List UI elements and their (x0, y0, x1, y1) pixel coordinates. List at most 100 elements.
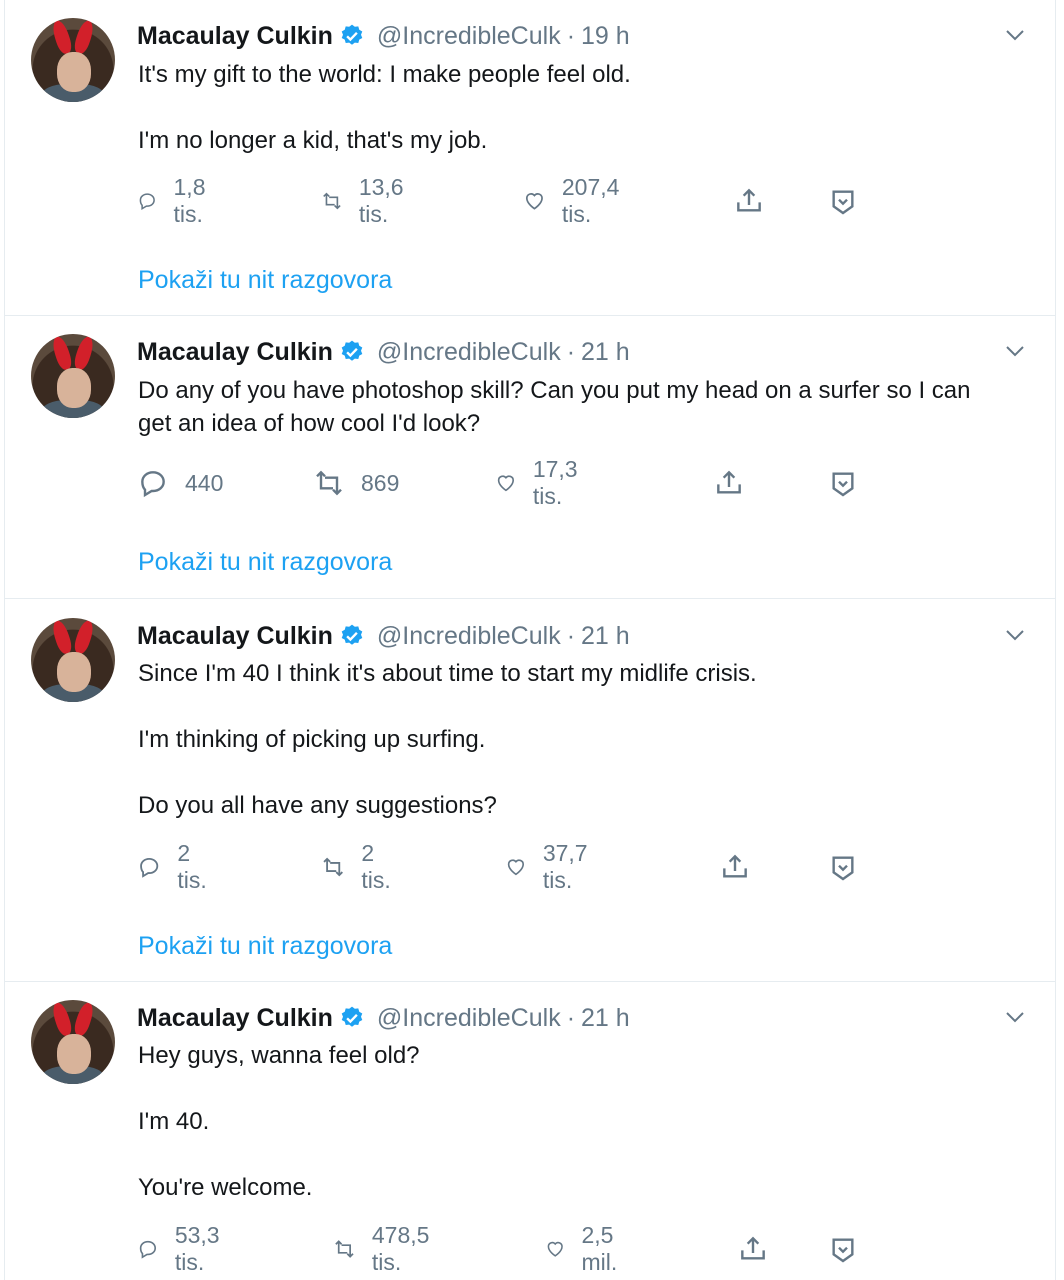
avatar[interactable] (31, 18, 115, 102)
author-name[interactable]: Macaulay Culkin (137, 1004, 333, 1033)
bookmark-button[interactable] (827, 463, 875, 503)
like-button[interactable]: 207,4 tis. (523, 174, 629, 227)
reply-icon (139, 193, 155, 211)
retweet-button[interactable]: 869 (313, 463, 399, 503)
like-button[interactable]: 37,7 tis. (505, 840, 598, 893)
verified-badge-icon (341, 624, 363, 645)
retweet-icon (335, 1240, 354, 1258)
retweet-icon (323, 857, 343, 877)
reply-count: 53,3 tis. (174, 1222, 220, 1275)
tweet[interactable]: Macaulay Culkin @IncredibleCulk · 21 h D… (5, 315, 1055, 599)
chevron-down-icon[interactable] (1003, 339, 1027, 363)
timeline: Macaulay Culkin @IncredibleCulk · 19 h I… (4, 0, 1056, 1280)
reply-button[interactable]: 2 tis. (137, 840, 214, 893)
show-thread-link[interactable]: Pokaži tu nit razgovora (138, 266, 392, 295)
separator-dot: · (566, 1003, 576, 1032)
reply-icon (140, 857, 159, 878)
tweet-time[interactable]: 19 h (581, 22, 630, 51)
share-icon (723, 854, 747, 878)
like-count: 2,5 mil. (581, 1222, 618, 1275)
reply-button[interactable]: 1,8 tis. (137, 174, 217, 227)
heart-icon (497, 475, 515, 492)
avatar[interactable] (31, 334, 115, 418)
verified-badge-icon (341, 340, 363, 361)
retweet-count: 478,5 tis. (371, 1222, 430, 1275)
verified-badge-icon (341, 24, 363, 45)
separator-dot: · (566, 21, 576, 50)
reply-icon (139, 1240, 157, 1259)
tweet[interactable]: Macaulay Culkin @IncredibleCulk · 21 h H… (5, 981, 1055, 1280)
tweet-text: It's my gift to the world: I make people… (138, 58, 1008, 157)
reply-count: 1,8 tis. (173, 174, 206, 227)
chevron-down-icon[interactable] (1003, 1005, 1027, 1029)
tweet-paragraph: It's my gift to the world: I make people… (138, 61, 631, 88)
share-icon (717, 470, 741, 494)
like-count: 207,4 tis. (561, 174, 620, 227)
reply-count: 440 (185, 469, 224, 496)
tweet-text: Since I'm 40 I think it's about time to … (138, 657, 1008, 822)
author-handle[interactable]: @IncredibleCulk (377, 622, 561, 651)
author-handle[interactable]: @IncredibleCulk (377, 1004, 561, 1033)
share-icon (737, 188, 761, 212)
avatar[interactable] (31, 1000, 115, 1084)
tweet-text: Do any of you have photoshop skill? Can … (138, 374, 1008, 440)
reply-icon (141, 471, 165, 498)
tweet-paragraph: Do you all have any suggestions? (138, 792, 497, 819)
reply-count: 2 tis. (177, 840, 207, 893)
retweet-icon (323, 192, 341, 210)
share-button[interactable] (713, 463, 761, 503)
avatar[interactable] (31, 618, 115, 702)
verified-badge-icon (341, 1006, 363, 1027)
tweet-paragraph: I'm no longer a kid, that's my job. (138, 127, 488, 154)
retweet-icon (316, 470, 342, 496)
separator-dot: · (566, 337, 576, 366)
retweet-button[interactable]: 478,5 tis. (333, 1222, 439, 1275)
heart-icon (525, 193, 543, 210)
reply-button[interactable]: 440 (137, 463, 223, 503)
heart-icon (547, 1241, 563, 1257)
reply-button[interactable]: 53,3 tis. (137, 1222, 230, 1275)
bookmark-button[interactable] (827, 1229, 875, 1269)
tweet-paragraph: I'm 40. (138, 1108, 210, 1135)
share-icon (741, 1236, 765, 1260)
tweet[interactable]: Macaulay Culkin @IncredibleCulk · 19 h I… (5, 0, 1055, 316)
tweet-paragraph: Do any of you have photoshop skill? Can … (138, 377, 971, 437)
like-button[interactable]: 2,5 mil. (545, 1222, 629, 1275)
tweet-paragraph: I'm thinking of picking up surfing. (138, 726, 486, 753)
share-button[interactable] (719, 847, 767, 887)
bookmark-icon (832, 472, 854, 497)
bookmark-icon (832, 1238, 854, 1263)
heart-icon (507, 859, 525, 876)
author-name[interactable]: Macaulay Culkin (137, 22, 333, 51)
share-button[interactable] (733, 181, 781, 221)
show-thread-link[interactable]: Pokaži tu nit razgovora (138, 932, 392, 961)
tweet[interactable]: Macaulay Culkin @IncredibleCulk · 21 h S… (5, 598, 1055, 982)
retweet-count: 2 tis. (361, 840, 391, 893)
separator-dot: · (566, 621, 576, 650)
author-name[interactable]: Macaulay Culkin (137, 622, 333, 651)
like-button[interactable]: 17,3 tis. (495, 456, 588, 509)
retweet-count: 869 (361, 469, 400, 496)
author-name[interactable]: Macaulay Culkin (137, 338, 333, 367)
tweet-time[interactable]: 21 h (581, 1004, 630, 1033)
like-count: 17,3 tis. (532, 456, 578, 509)
share-button[interactable] (737, 1229, 785, 1269)
bookmark-button[interactable] (827, 847, 875, 887)
retweet-button[interactable]: 2 tis. (321, 840, 398, 893)
tweet-time[interactable]: 21 h (581, 338, 630, 367)
tweet-paragraph: Since I'm 40 I think it's about time to … (138, 660, 757, 687)
chevron-down-icon[interactable] (1003, 23, 1027, 47)
author-handle[interactable]: @IncredibleCulk (377, 338, 561, 367)
like-count: 37,7 tis. (542, 840, 588, 893)
retweet-button[interactable]: 13,6 tis. (321, 174, 414, 227)
show-thread-link[interactable]: Pokaži tu nit razgovora (138, 548, 392, 577)
retweet-count: 13,6 tis. (358, 174, 404, 227)
chevron-down-icon[interactable] (1003, 623, 1027, 647)
bookmark-icon (832, 190, 854, 215)
tweet-paragraph: You're welcome. (138, 1174, 313, 1201)
author-handle[interactable]: @IncredibleCulk (377, 22, 561, 51)
bookmark-button[interactable] (827, 181, 875, 221)
tweet-time[interactable]: 21 h (581, 622, 630, 651)
tweet-text: Hey guys, wanna feel old? I'm 40. You're… (138, 1039, 1008, 1204)
tweet-paragraph: Hey guys, wanna feel old? (138, 1042, 420, 1069)
